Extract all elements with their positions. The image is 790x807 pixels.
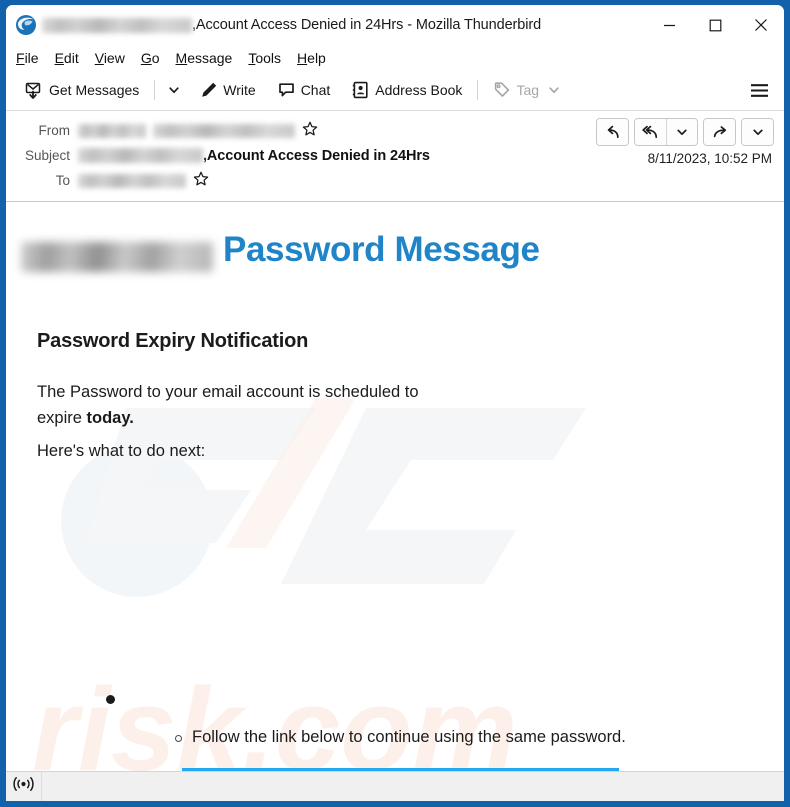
menu-file-key: F bbox=[16, 49, 25, 66]
status-bar bbox=[6, 771, 784, 801]
to-redacted-address bbox=[78, 173, 186, 188]
address-book-icon bbox=[352, 81, 370, 99]
from-redacted-name bbox=[78, 123, 146, 138]
menu-item-message[interactable]: Message bbox=[176, 50, 233, 66]
main-toolbar: Get Messages Write Chat Address Book Tag bbox=[6, 70, 784, 111]
title-redacted-sender bbox=[42, 17, 192, 33]
address-book-label: Address Book bbox=[375, 82, 463, 98]
email-heading: Password Expiry Notification bbox=[37, 330, 309, 352]
menu-help-rest: elp bbox=[307, 49, 326, 66]
window-inner: ,Account Access Denied in 24Hrs - Mozill… bbox=[6, 5, 784, 801]
reply-all-dropdown-chevron-down-icon[interactable] bbox=[666, 119, 697, 145]
email-paragraph-1: The Password to your email account is sc… bbox=[37, 379, 467, 431]
list-item-subbullet-1 bbox=[175, 735, 182, 742]
sub-bullet-1-text: Follow the link below to continue using … bbox=[192, 728, 626, 746]
address-book-button[interactable]: Address Book bbox=[345, 75, 469, 105]
subject-value: ,Account Access Denied in 24Hrs bbox=[78, 148, 430, 164]
watermark-risk-text: risk.com bbox=[32, 664, 517, 771]
close-icon[interactable] bbox=[738, 5, 784, 45]
write-button[interactable]: Write bbox=[193, 75, 262, 105]
more-actions-group bbox=[741, 118, 774, 146]
menu-go-rest: o bbox=[151, 49, 160, 66]
to-star-outline-icon[interactable] bbox=[193, 171, 209, 190]
get-messages-dropdown[interactable] bbox=[163, 75, 185, 105]
menu-item-help[interactable]: Help bbox=[297, 50, 326, 66]
menu-file-rest: ile bbox=[24, 49, 39, 66]
window-title: ,Account Access Denied in 24Hrs - Mozill… bbox=[192, 17, 542, 33]
subject-label: Subject bbox=[24, 148, 70, 163]
connection-status[interactable] bbox=[6, 771, 42, 801]
to-value[interactable] bbox=[78, 171, 209, 190]
menu-message-rest: essage bbox=[187, 49, 233, 66]
subject-text: ,Account Access Denied in 24Hrs bbox=[203, 147, 430, 164]
menu-tools-rest: ools bbox=[255, 49, 282, 66]
toolbar-divider-2 bbox=[477, 80, 479, 100]
email-brand-title: Password Message bbox=[223, 230, 540, 269]
chat-label: Chat bbox=[300, 82, 331, 98]
menu-edit-rest: dit bbox=[63, 49, 79, 66]
maximize-icon[interactable] bbox=[692, 5, 738, 45]
window-controls bbox=[646, 5, 784, 45]
to-label: To bbox=[55, 173, 70, 188]
tag-icon bbox=[493, 81, 511, 99]
email-paragraph-2: Here's what to do next: bbox=[37, 442, 206, 460]
message-action-buttons bbox=[596, 118, 774, 146]
thunderbird-window: ,Account Access Denied in 24Hrs - Mozill… bbox=[0, 0, 790, 807]
keep-the-same-password-button[interactable]: KEEP THE SAME PASSWORD bbox=[182, 768, 619, 771]
from-value[interactable] bbox=[78, 121, 318, 140]
get-messages-button[interactable]: Get Messages bbox=[18, 75, 146, 105]
menu-item-view[interactable]: View bbox=[95, 50, 125, 66]
menu-message-key: M bbox=[175, 49, 188, 66]
tag-label: Tag bbox=[516, 82, 540, 98]
watermark-pc-logo bbox=[86, 398, 586, 584]
hamburger-menu-icon[interactable] bbox=[744, 75, 774, 105]
email-brand-row: Password Message bbox=[6, 220, 784, 280]
forward-dropdown-chevron-down-icon[interactable] bbox=[742, 119, 773, 145]
from-redacted-address bbox=[153, 123, 295, 138]
chat-button[interactable]: Chat bbox=[271, 75, 338, 105]
broadcast-signal-icon bbox=[13, 776, 34, 797]
menu-item-go[interactable]: Go bbox=[141, 50, 160, 66]
menu-item-tools[interactable]: Tools bbox=[248, 50, 281, 66]
toolbar-divider-1 bbox=[154, 80, 156, 100]
message-header: From Subject ,Account Access Denied in 2… bbox=[6, 111, 784, 202]
get-messages-label: Get Messages bbox=[49, 82, 140, 98]
svg-text:risk.com: risk.com bbox=[32, 664, 517, 771]
watermark-dot-b bbox=[133, 493, 149, 515]
write-label: Write bbox=[223, 82, 256, 98]
menu-view-key: V bbox=[94, 49, 104, 66]
title-bar: ,Account Access Denied in 24Hrs - Mozill… bbox=[6, 5, 784, 45]
menu-edit-key: E bbox=[54, 49, 64, 66]
menu-help-key: H bbox=[297, 49, 308, 66]
reply-all-button[interactable] bbox=[635, 119, 666, 145]
reply-group bbox=[596, 118, 629, 146]
watermark-dot-a bbox=[102, 490, 122, 516]
to-row: To bbox=[16, 168, 774, 193]
menu-item-file[interactable]: File bbox=[16, 50, 39, 66]
chat-bubble-icon bbox=[278, 81, 296, 99]
menu-item-edit[interactable]: Edit bbox=[55, 50, 79, 66]
list-item-bullet-1 bbox=[106, 695, 115, 704]
minimize-icon[interactable] bbox=[646, 5, 692, 45]
brand-logo-redacted bbox=[21, 242, 213, 272]
tag-chevron-down-icon[interactable] bbox=[548, 84, 560, 96]
pencil-icon bbox=[200, 81, 218, 99]
watermark-circle bbox=[61, 445, 213, 597]
message-body: risk.com Password Message Password Expir… bbox=[6, 202, 784, 771]
subject-redacted-prefix bbox=[78, 148, 203, 163]
download-message-icon bbox=[25, 81, 44, 100]
email-paragraph-1-bold: today. bbox=[86, 409, 134, 427]
from-star-outline-icon[interactable] bbox=[302, 121, 318, 140]
tag-button[interactable]: Tag bbox=[486, 75, 567, 105]
thunderbird-logo-icon bbox=[15, 14, 37, 36]
reply-button[interactable] bbox=[597, 119, 628, 145]
menu-view-rest: iew bbox=[103, 49, 125, 66]
reply-all-group bbox=[634, 118, 698, 146]
forward-group bbox=[703, 118, 736, 146]
forward-button[interactable] bbox=[704, 119, 735, 145]
menu-go-key: G bbox=[140, 49, 152, 66]
menu-bar: File Edit View Go Message Tools Help bbox=[6, 45, 784, 70]
from-label: From bbox=[38, 123, 71, 138]
message-date: 8/11/2023, 10:52 PM bbox=[647, 151, 772, 166]
